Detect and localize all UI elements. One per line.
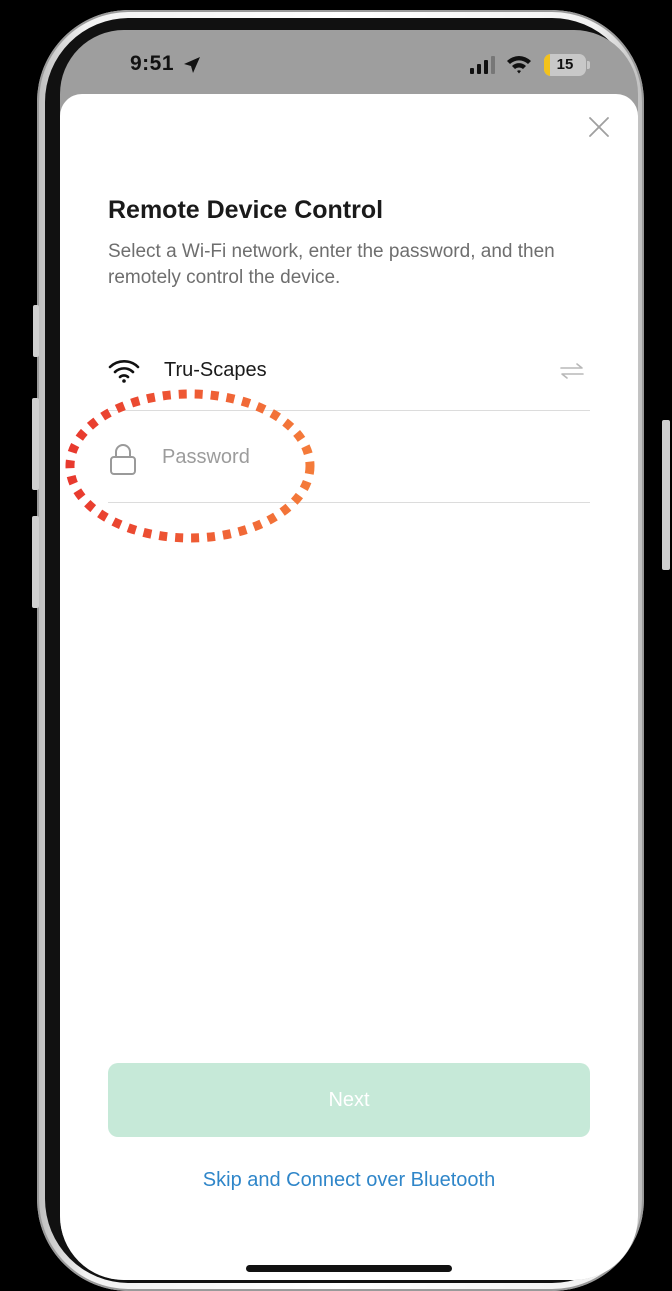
cellular-signal-icon: [470, 56, 495, 74]
lock-icon: [110, 444, 136, 475]
battery-level-label: 15: [556, 56, 574, 73]
close-icon[interactable]: [587, 115, 611, 139]
action-button: [33, 305, 39, 357]
network-row[interactable]: Tru-Scapes: [108, 319, 590, 411]
page-description: Select a Wi-Fi network, enter the passwo…: [108, 241, 555, 288]
status-time: 9:51: [130, 52, 175, 75]
remote-control-sheet: Remote Device Control Select a Wi-Fi net…: [60, 94, 638, 1280]
wifi-status-icon: [507, 56, 531, 74]
location-arrow-icon: [184, 57, 200, 73]
battery-cap: [587, 61, 590, 69]
skip-bluetooth-link[interactable]: Skip and Connect over Bluetooth: [108, 1169, 590, 1192]
volume-down-button: [32, 516, 39, 608]
phone-screen: 9:51 15 Remote Device Control Select a W…: [60, 30, 638, 1280]
power-button: [662, 420, 670, 570]
status-bar: 9:51 15: [60, 30, 638, 94]
switch-network-icon[interactable]: [558, 361, 586, 381]
wifi-icon: [108, 360, 140, 383]
volume-up-button: [32, 398, 39, 490]
page-title: Remote Device Control: [108, 196, 384, 224]
next-button[interactable]: Next: [108, 1063, 590, 1137]
home-indicator: [246, 1265, 452, 1272]
password-row: [108, 411, 590, 503]
password-input[interactable]: [162, 441, 462, 473]
network-name: Tru-Scapes: [164, 359, 267, 381]
battery-indicator: 15: [544, 54, 586, 76]
stage: 9:51 15 Remote Device Control Select a W…: [0, 0, 672, 1291]
